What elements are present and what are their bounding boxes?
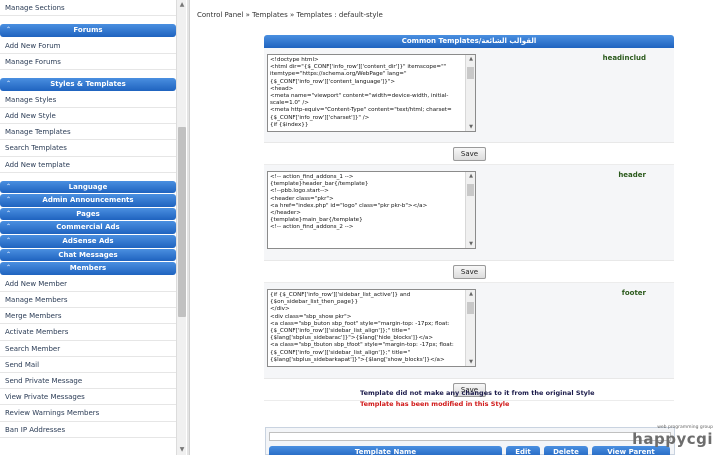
breadcrumb-separator: » [243, 11, 253, 19]
chevron-up-icon[interactable]: ⌃ [4, 221, 13, 233]
textarea-scrollbar[interactable]: ▲ ▼ [465, 290, 475, 366]
sidebar-section-title: Chat Messages [58, 250, 118, 259]
sidebar-item[interactable]: Manage Sections [0, 0, 176, 17]
sidebar-item[interactable]: Manage Styles [0, 92, 176, 108]
sidebar-section-title: Pages [76, 209, 100, 218]
scrollbar-thumb[interactable] [467, 184, 474, 196]
sidebar-section-title: Styles & Templates [50, 80, 126, 89]
sidebar-item[interactable]: Send Mail [0, 357, 176, 373]
sidebar-item[interactable]: Ban IP Addresses [0, 422, 176, 438]
sidebar-section-header[interactable]: ⌃ Members [0, 262, 176, 275]
save-button[interactable]: Save [453, 265, 486, 279]
sidebar-section-title: Members [69, 264, 107, 273]
scroll-down-arrow-icon[interactable]: ▼ [466, 240, 475, 248]
sidebar-item[interactable]: Send Private Message [0, 373, 176, 390]
scroll-up-arrow-icon[interactable]: ▲ [466, 55, 475, 63]
scroll-up-arrow-icon[interactable]: ▲ [466, 172, 475, 180]
happycgi-logo: web programming group happycgi [618, 425, 713, 453]
chevron-up-icon[interactable]: ⌃ [4, 249, 13, 261]
breadcrumb-control-panel[interactable]: Control Panel [197, 11, 243, 19]
chevron-up-icon[interactable]: ⌃ [4, 262, 13, 274]
sidebar-section-header[interactable]: ⌃ Styles & Templates [0, 78, 176, 91]
scroll-down-arrow-icon[interactable]: ▼ [466, 123, 475, 131]
col-edit[interactable]: Edit [506, 446, 540, 455]
sidebar-item[interactable]: View Private Messages [0, 389, 176, 406]
sidebar-item[interactable]: Add New Forum [0, 38, 176, 54]
template-name: headinclud [602, 54, 646, 62]
template-row: <!-- action_find_addons_1 --> {template}… [264, 165, 674, 261]
sidebar-section-title: Language [68, 182, 108, 191]
template-code-text: <!-- action_find_addons_1 --> {template}… [270, 174, 428, 231]
main-content: Control Panel » Templates » Templates : … [190, 0, 715, 455]
sidebar-item[interactable]: Manage Members [0, 292, 176, 309]
col-delete[interactable]: Delete [544, 446, 588, 455]
legend-modified: Template has been modified in this Style [360, 400, 510, 408]
sidebar-item[interactable]: Add New Style [0, 108, 176, 125]
logo-wordmark: happycgi [632, 430, 713, 448]
sidebar-item[interactable]: Search Member [0, 341, 176, 357]
sidebar-section-header[interactable]: ⌃ Language [0, 180, 176, 194]
sidebar-section-header[interactable]: ⌃ Admin Announcements [0, 194, 176, 207]
save-row: Save [264, 143, 674, 165]
chevron-up-icon[interactable]: ⌃ [4, 194, 13, 206]
left-navigation-pane: Manage Sections ⌃ Forums Add New Forum Manag… [0, 0, 176, 455]
scroll-up-arrow-icon[interactable]: ▲ [177, 0, 187, 10]
textarea-scrollbar[interactable]: ▲ ▼ [465, 55, 475, 131]
scroll-down-arrow-icon[interactable]: ▼ [177, 445, 187, 455]
sidebar-item[interactable]: Search Templates [0, 140, 176, 157]
save-button[interactable]: Save [453, 147, 486, 161]
sidebar-section-title: Forums [73, 26, 103, 35]
template-row: <!doctype html> <html dir="{$_CONF['info… [264, 48, 674, 143]
sidebar-section-title: Admin Announcements [42, 196, 134, 205]
legend: Template did not make any changes to it … [360, 388, 595, 410]
panel-title: Common Templates/القوالب الشائعة [264, 35, 674, 48]
chevron-up-icon[interactable]: ⌃ [4, 181, 13, 193]
sidebar-item[interactable]: Manage Templates [0, 124, 176, 141]
sidebar-section-title: Commercial Ads [56, 223, 120, 232]
save-row: Save [264, 261, 674, 283]
sidebar-section-header[interactable]: ⌃ Commercial Ads [0, 221, 176, 235]
chevron-up-icon[interactable]: ⌃ [4, 24, 13, 36]
chevron-up-icon[interactable]: ⌃ [4, 78, 13, 90]
sidebar-section-header[interactable]: ⌃ Forums [0, 24, 176, 37]
template-code-textarea[interactable]: {if {$_CONF['info_row']['sidebar_list_ac… [267, 289, 476, 367]
sidebar-item[interactable]: Add New template [0, 157, 176, 173]
scroll-down-arrow-icon[interactable]: ▼ [466, 358, 475, 366]
breadcrumb-current: Templates : default-style [296, 11, 383, 19]
textarea-scrollbar[interactable]: ▲ ▼ [465, 172, 475, 248]
table-filter-bar [269, 432, 671, 441]
sidebar-item[interactable]: Activate Members [0, 324, 176, 341]
sidebar-scrollbar[interactable]: ▲ ▼ [176, 0, 186, 455]
sidebar-item[interactable]: Review Warnings Members [0, 405, 176, 422]
sidebar-section-header[interactable]: ⌃ Chat Messages [0, 248, 176, 262]
sidebar-item[interactable]: Merge Members [0, 308, 176, 325]
scrollbar-thumb[interactable] [178, 127, 186, 317]
template-name: footer [621, 289, 646, 297]
scrollbar-thumb[interactable] [467, 67, 474, 79]
template-code-text: <!doctype html> <html dir="{$_CONF['info… [270, 57, 452, 128]
chevron-up-icon[interactable]: ⌃ [4, 208, 13, 220]
sidebar-item[interactable]: Manage Forums [0, 54, 176, 71]
template-code-text: {if {$_CONF['info_row']['sidebar_list_ac… [270, 292, 454, 363]
sidebar-section-title: AdSense Ads [62, 237, 114, 246]
template-name: header [618, 171, 646, 179]
sidebar-section-header[interactable]: ⌃ Pages [0, 207, 176, 221]
template-list-table: Template Name Edit Delete View Parent [265, 427, 675, 455]
template-row: {if {$_CONF['info_row']['sidebar_list_ac… [264, 283, 674, 379]
scroll-up-arrow-icon[interactable]: ▲ [466, 290, 475, 298]
col-template-name[interactable]: Template Name [269, 446, 502, 455]
template-code-textarea[interactable]: <!-- action_find_addons_1 --> {template}… [267, 171, 476, 249]
breadcrumb-templates[interactable]: Templates [252, 11, 288, 19]
breadcrumb: Control Panel » Templates » Templates : … [197, 11, 383, 19]
legend-unchanged: Template did not make any changes to it … [360, 389, 595, 397]
sidebar-section-header[interactable]: ⌃ AdSense Ads [0, 235, 176, 248]
template-code-textarea[interactable]: <!doctype html> <html dir="{$_CONF['info… [267, 54, 476, 132]
chevron-up-icon[interactable]: ⌃ [4, 235, 13, 247]
common-templates-panel: Common Templates/القوالب الشائعة <!docty… [264, 35, 674, 401]
scrollbar-thumb[interactable] [467, 302, 474, 314]
sidebar-item[interactable]: Add New Member [0, 276, 176, 293]
